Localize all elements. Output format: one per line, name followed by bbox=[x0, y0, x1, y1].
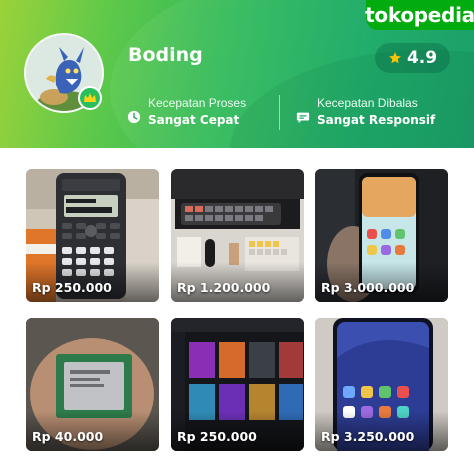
product-price: Rp 40.000 bbox=[32, 429, 104, 444]
product-card[interactable]: Rp 3.250.000 bbox=[315, 318, 448, 451]
product-card[interactable]: Rp 250.000 bbox=[171, 318, 304, 451]
crown-icon bbox=[84, 93, 96, 102]
product-card[interactable]: Rp 1.200.000 bbox=[171, 169, 304, 302]
tokopedia-logo[interactable]: tokopedia bbox=[365, 0, 474, 30]
product-price: Rp 3.000.000 bbox=[321, 280, 415, 295]
stat-value: Sangat Responsif bbox=[317, 113, 436, 127]
chat-bubble-icon bbox=[296, 112, 310, 124]
star-icon bbox=[389, 52, 401, 64]
product-price: Rp 250.000 bbox=[177, 429, 257, 444]
rating-value: 4.9 bbox=[406, 48, 438, 68]
product-card[interactable]: Rp 40.000 bbox=[26, 318, 159, 451]
shop-header: tokopedia Boding 4.9 Kecepatan Proses Sa… bbox=[0, 0, 474, 148]
crown-badge bbox=[78, 86, 102, 110]
stat-label: Kecepatan Dibalas bbox=[317, 96, 418, 110]
stat-value: Sangat Cepat bbox=[148, 113, 240, 127]
product-grid: Rp 250.000 Rp 1.200.000 Rp 3.000.000 Rp … bbox=[26, 169, 448, 451]
clock-icon bbox=[127, 110, 141, 124]
stat-label: Kecepatan Proses bbox=[148, 96, 247, 110]
stat-divider bbox=[279, 95, 280, 130]
shop-name[interactable]: Boding bbox=[128, 44, 203, 66]
product-price: Rp 3.250.000 bbox=[321, 429, 415, 444]
product-card[interactable]: Rp 250.000 bbox=[26, 169, 159, 302]
product-price: Rp 250.000 bbox=[32, 280, 112, 295]
rating-badge: 4.9 bbox=[375, 43, 450, 73]
product-price: Rp 1.200.000 bbox=[177, 280, 271, 295]
product-card[interactable]: Rp 3.000.000 bbox=[315, 169, 448, 302]
